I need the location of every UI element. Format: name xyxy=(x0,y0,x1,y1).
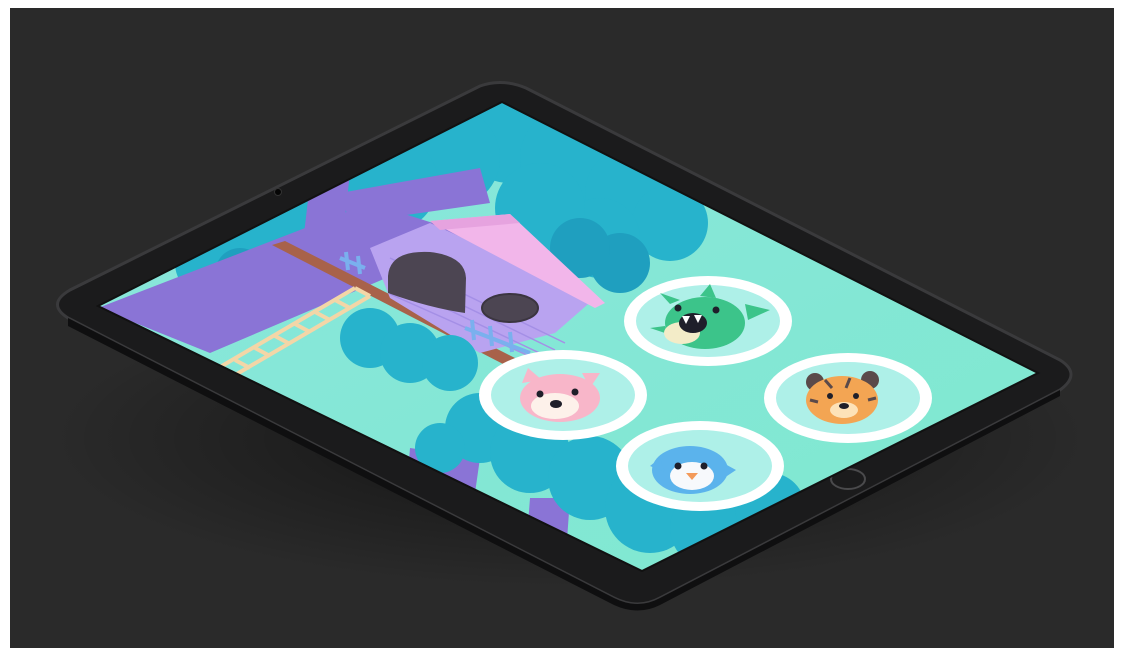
character-button-penguin[interactable] xyxy=(616,421,784,511)
tablet-mockup-illustration xyxy=(50,81,1090,611)
treehouse-window xyxy=(481,293,539,323)
character-button-monster[interactable] xyxy=(624,276,792,366)
pink-fox-icon xyxy=(520,368,600,422)
orange-tiger-icon xyxy=(806,371,879,424)
front-camera-icon xyxy=(274,188,282,196)
character-button-fox[interactable] xyxy=(479,350,647,440)
character-button-tiger[interactable] xyxy=(764,353,932,443)
photo-scene xyxy=(10,8,1114,648)
